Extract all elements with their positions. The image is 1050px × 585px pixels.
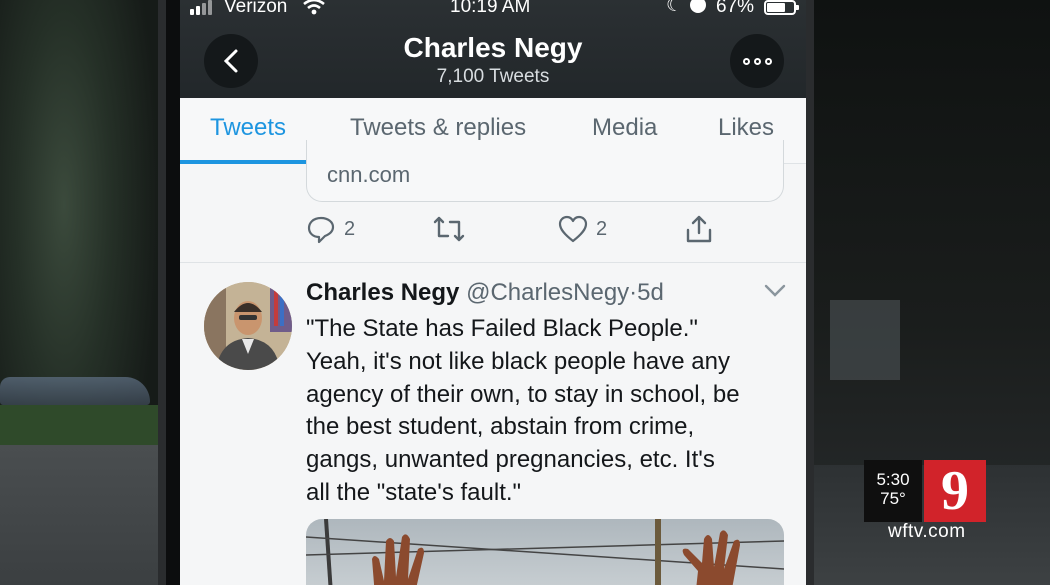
tv-station-bug: 5:30 75° 9 bbox=[864, 460, 988, 522]
tweet-line: the best student, abstain from crime, bbox=[306, 413, 695, 441]
link-preview-card[interactable]: cnn.com bbox=[306, 140, 784, 202]
status-time: 10:19 AM bbox=[450, 0, 531, 17]
retweet-button[interactable] bbox=[432, 212, 466, 246]
like-button[interactable]: 2 bbox=[558, 212, 607, 246]
tv-temperature: 75° bbox=[880, 489, 906, 508]
carrier-name: Verizon bbox=[224, 0, 288, 17]
share-icon bbox=[686, 215, 712, 243]
chevron-down-icon[interactable] bbox=[764, 284, 786, 298]
tab-tweets[interactable]: Tweets bbox=[210, 114, 286, 142]
tweet-count: 7,100 Tweets bbox=[436, 66, 550, 87]
tweet-handle[interactable]: @CharlesNegy bbox=[466, 279, 629, 306]
tab-media[interactable]: Media bbox=[592, 114, 657, 142]
tab-tweets-replies[interactable]: Tweets & replies bbox=[350, 114, 526, 142]
tweet-separator: · bbox=[629, 279, 638, 306]
tab-likes[interactable]: Likes bbox=[718, 114, 774, 142]
battery-percent: 67% bbox=[716, 0, 755, 17]
background-left bbox=[0, 0, 160, 585]
tweet-line: Yeah, it's not like black people have an… bbox=[306, 347, 730, 375]
background-car bbox=[0, 377, 150, 405]
reply-icon bbox=[307, 216, 335, 244]
reply-button[interactable]: 2 bbox=[306, 212, 355, 246]
avatar-photo bbox=[204, 282, 292, 370]
retweet-icon bbox=[433, 216, 465, 242]
tv-website: wftv.com bbox=[888, 521, 966, 542]
status-bar: Verizon 10:19 AM ☾ 67% bbox=[180, 0, 806, 20]
tweet-age: 5d bbox=[637, 279, 664, 306]
more-button[interactable] bbox=[730, 34, 784, 88]
tweet-text: "The State has Failed Black People." Yea… bbox=[306, 313, 796, 510]
tv-time: 5:30 bbox=[876, 470, 910, 489]
battery-icon bbox=[764, 0, 799, 15]
link-domain: cnn.com bbox=[327, 162, 411, 187]
tweet-author[interactable]: Charles Negy bbox=[306, 279, 459, 306]
tweet-line: all the "state's fault." bbox=[306, 478, 522, 506]
tv-time-temp: 5:30 75° bbox=[864, 460, 922, 522]
tweet-line: gangs, unwanted pregnancies, etc. It's bbox=[306, 446, 715, 474]
background-grass bbox=[0, 405, 160, 445]
reply-count: 2 bbox=[344, 217, 356, 240]
alarm-icon bbox=[690, 0, 706, 13]
tweet-line: agency of their own, to stay in school, … bbox=[306, 380, 740, 408]
profile-header: Verizon 10:19 AM ☾ 67% Charles Negy 7,10… bbox=[180, 0, 806, 98]
background-road bbox=[0, 445, 160, 585]
tweet-divider bbox=[180, 262, 806, 263]
wifi-icon bbox=[303, 0, 325, 15]
background-wall bbox=[830, 300, 900, 380]
tweet-media-image[interactable] bbox=[306, 519, 784, 585]
like-icon bbox=[558, 215, 588, 243]
share-button[interactable] bbox=[684, 212, 714, 246]
raised-hands-photo bbox=[306, 519, 784, 585]
moon-icon: ☾ bbox=[666, 0, 684, 16]
tweet-header: Charles Negy @CharlesNegy·5d bbox=[306, 279, 664, 307]
tweet-line: "The State has Failed Black People." bbox=[306, 315, 698, 342]
avatar[interactable] bbox=[204, 282, 292, 370]
channel-logo: 9 bbox=[924, 460, 986, 522]
more-icon bbox=[742, 57, 750, 65]
like-count: 2 bbox=[596, 217, 608, 240]
phone: Verizon 10:19 AM ☾ 67% Charles Negy 7,10… bbox=[158, 0, 814, 585]
signal-icon bbox=[190, 0, 212, 15]
phone-screen: Verizon 10:19 AM ☾ 67% Charles Negy 7,10… bbox=[180, 0, 806, 585]
profile-name: Charles Negy bbox=[403, 32, 583, 63]
